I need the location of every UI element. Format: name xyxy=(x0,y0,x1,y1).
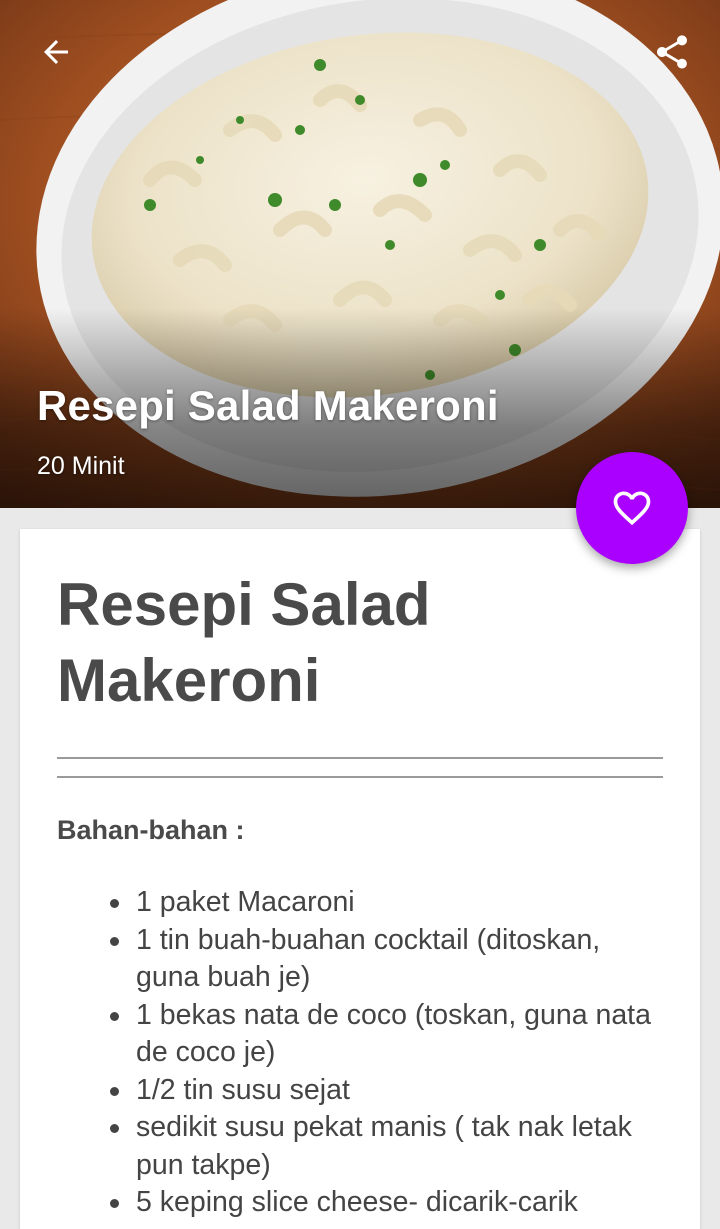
favorite-button[interactable] xyxy=(576,452,688,564)
list-item: 1/2 tin susu sejat xyxy=(108,1072,668,1110)
ingredient-text: 5 keping slice cheese- dicarik-carik xyxy=(136,1186,578,1218)
list-item: 1 paket Macaroni xyxy=(108,884,668,922)
heart-outline-icon xyxy=(613,491,651,526)
bullet xyxy=(110,1086,119,1096)
back-button[interactable] xyxy=(28,24,84,80)
divider xyxy=(57,757,663,759)
bullet xyxy=(110,1199,119,1208)
ingredients-heading: Bahan-bahan : xyxy=(57,815,245,845)
ingredient-text: sedikit susu pekat manis ( tak nak letak… xyxy=(136,1111,632,1181)
bullet xyxy=(110,936,119,946)
bullet xyxy=(110,899,119,908)
ingredient-text: 1/2 tin susu sejat xyxy=(136,1073,350,1106)
divider xyxy=(57,776,663,778)
ingredient-text: 1 tin buah-buahan cocktail (ditoskan, gu… xyxy=(136,923,601,994)
list-item: 5 keping slice cheese- dicarik-carik xyxy=(108,1184,668,1222)
list-item: sedikit susu pekat manis ( tak nak letak… xyxy=(108,1109,668,1184)
recipe-card: Resepi Salad Makeroni Bahan-bahan : 1 pa… xyxy=(20,529,700,1229)
share-button[interactable] xyxy=(644,24,700,80)
list-item: 1 bekas nata de coco (toskan, guna nata … xyxy=(108,997,668,1072)
ingredient-text: 1 paket Macaroni xyxy=(136,886,355,918)
recipe-title: Resepi Salad Makeroni xyxy=(57,571,431,714)
cook-time: 20 Minit xyxy=(37,452,125,480)
bullet xyxy=(110,1011,119,1021)
ingredient-text: 1 bekas nata de coco (toskan, guna nata … xyxy=(136,998,651,1069)
recipe-detail-screen: Resepi Salad Makeroni 20 Minit Resepi Sa… xyxy=(0,0,720,1229)
arrow-left-icon xyxy=(44,40,68,64)
share-icon xyxy=(657,35,687,69)
hero-title: Resepi Salad Makeroni xyxy=(37,382,499,429)
bullet xyxy=(110,1124,119,1133)
hero-image: Resepi Salad Makeroni 20 Minit xyxy=(0,0,720,508)
ingredients-list: 1 paket Macaroni 1 tin buah-buahan cockt… xyxy=(108,884,668,1222)
list-item: 1 tin buah-buahan cocktail (ditoskan, gu… xyxy=(108,922,668,997)
